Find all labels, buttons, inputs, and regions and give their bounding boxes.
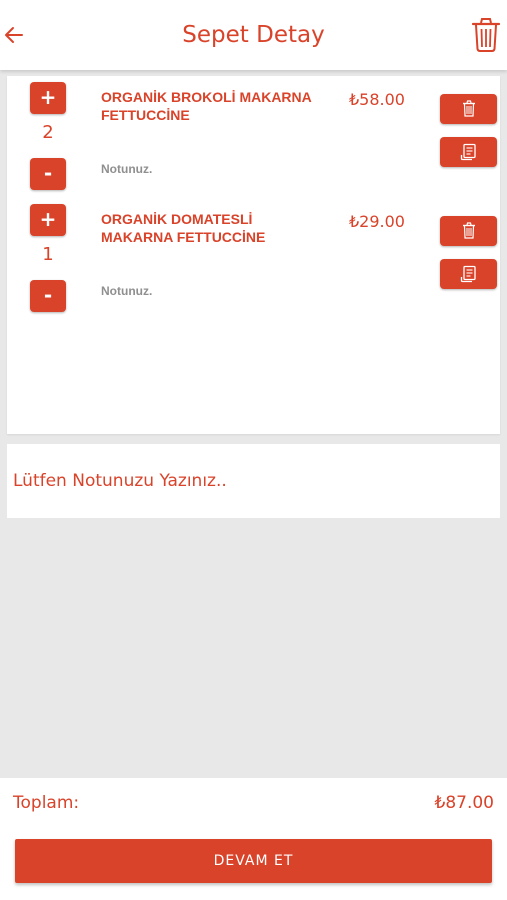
item-note: Notunuz. xyxy=(101,284,153,298)
cart-item: + 1 - ORGANİK DOMATESLİ MAKARNA FETTUCCİ… xyxy=(7,198,500,316)
item-note: Notunuz. xyxy=(101,162,153,176)
item-price: ₺58.00 xyxy=(349,90,405,109)
app-header: Sepet Detay xyxy=(0,0,507,70)
item-name: ORGANİK DOMATESLİ MAKARNA FETTUCCİNE xyxy=(101,211,266,245)
cart-item: + 2 - ORGANİK BROKOLİ MAKARNA FETTUCCİNE… xyxy=(7,76,500,194)
item-price: ₺29.00 xyxy=(349,212,405,231)
add-note-button[interactable] xyxy=(440,259,497,289)
quantity-stepper: + 1 - xyxy=(30,204,66,312)
quantity-value: 1 xyxy=(42,244,54,265)
trash-icon xyxy=(462,222,475,239)
order-note-input[interactable] xyxy=(13,464,483,498)
item-name: ORGANİK BROKOLİ MAKARNA FETTUCCİNE xyxy=(101,89,312,123)
total-value: ₺87.00 xyxy=(434,793,494,813)
add-note-button[interactable] xyxy=(440,137,497,167)
decrease-quantity-button[interactable]: - xyxy=(30,280,66,312)
total-label: Toplam: xyxy=(13,793,80,813)
clear-cart-button[interactable] xyxy=(471,17,501,53)
cart-item-list: + 2 - ORGANİK BROKOLİ MAKARNA FETTUCCİNE… xyxy=(7,76,500,434)
increase-quantity-button[interactable]: + xyxy=(30,204,66,236)
order-note-card xyxy=(7,444,500,518)
note-icon xyxy=(460,265,476,283)
continue-button[interactable]: DEVAM ET xyxy=(15,839,492,883)
remove-item-button[interactable] xyxy=(440,216,497,246)
quantity-stepper: + 2 - xyxy=(30,82,66,190)
trash-icon xyxy=(471,18,501,52)
remove-item-button[interactable] xyxy=(440,94,497,124)
increase-quantity-button[interactable]: + xyxy=(30,82,66,114)
note-icon xyxy=(460,143,476,161)
checkout-footer: Toplam: ₺87.00 DEVAM ET xyxy=(0,778,507,900)
quantity-value: 2 xyxy=(42,122,54,143)
page-title: Sepet Detay xyxy=(182,22,325,48)
decrease-quantity-button[interactable]: - xyxy=(30,158,66,190)
trash-icon xyxy=(462,100,475,117)
